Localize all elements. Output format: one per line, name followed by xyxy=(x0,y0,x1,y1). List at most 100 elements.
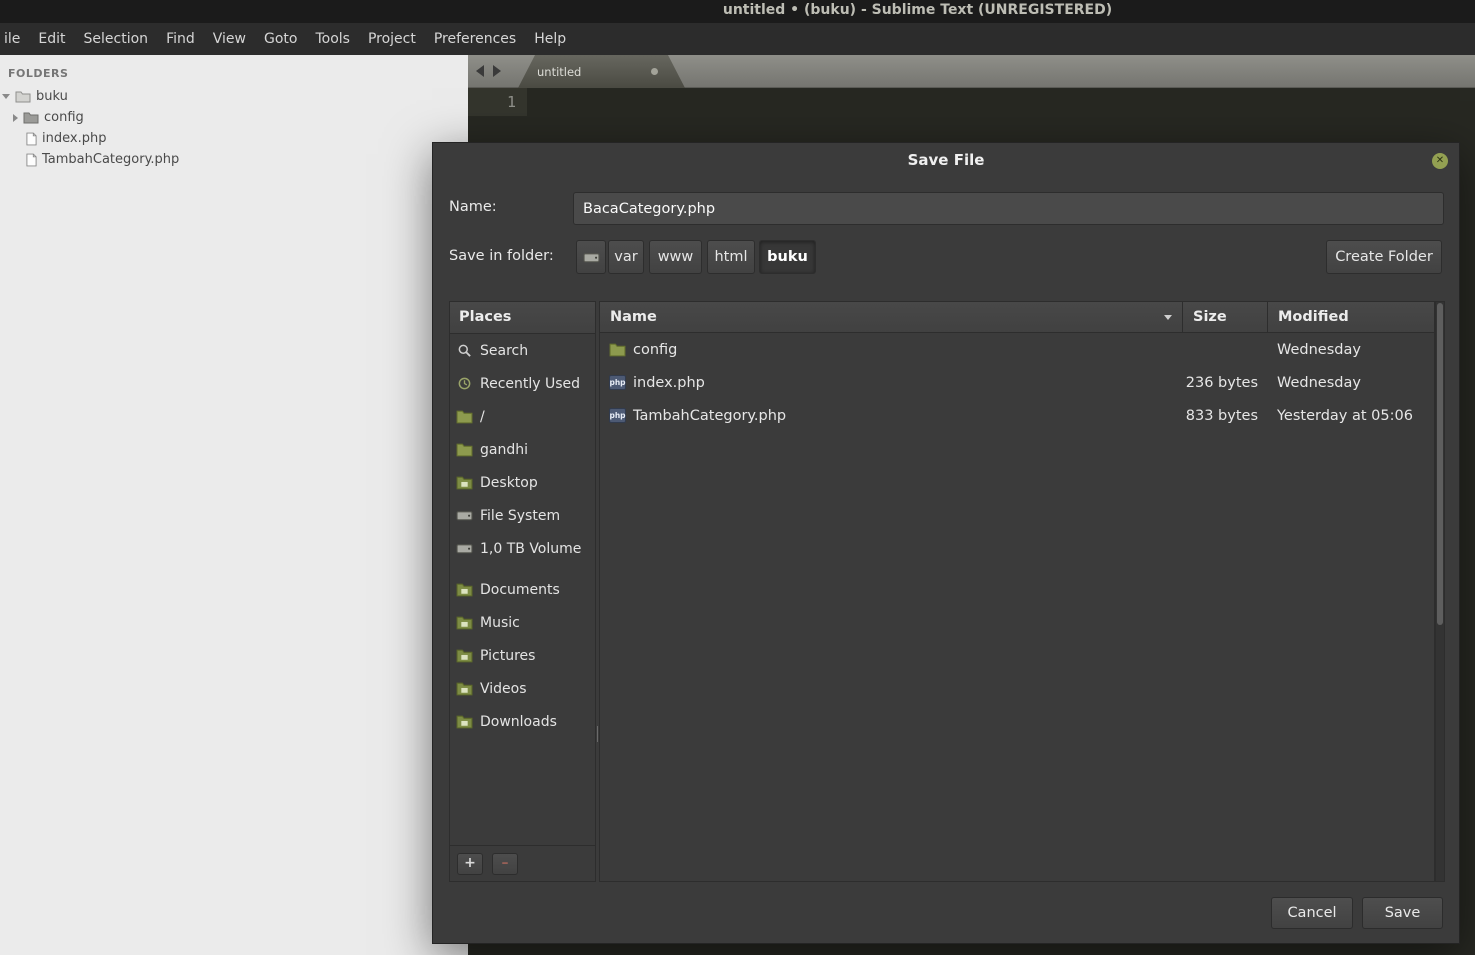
file-name: index.php xyxy=(633,374,705,391)
places-item-downloads[interactable]: Downloads xyxy=(450,705,595,738)
places-item-search[interactable]: Search xyxy=(450,334,595,367)
places-item-label: 1,0 TB Volume xyxy=(480,540,582,557)
places-item-label: Desktop xyxy=(480,474,538,491)
path-button-html[interactable]: html xyxy=(707,240,755,274)
column-header-size[interactable]: Size xyxy=(1183,302,1268,332)
sidebar: FOLDERS buku config index.php TambahCate… xyxy=(0,55,468,955)
sidebar-item-buku[interactable]: buku xyxy=(0,86,468,107)
file-size: 236 bytes xyxy=(1185,374,1258,391)
menu-item-edit[interactable]: Edit xyxy=(29,23,74,55)
file-name-cell: config xyxy=(600,342,1183,358)
vertical-scrollbar[interactable] xyxy=(1435,301,1445,882)
home-folder-icon xyxy=(456,442,473,457)
file-size: 833 bytes xyxy=(1185,407,1258,424)
menu-item-help[interactable]: Help xyxy=(525,23,575,55)
pictures-folder-icon xyxy=(456,648,473,663)
file-list: Name Size Modified config Wednesday php … xyxy=(599,301,1435,882)
line-number: 1 xyxy=(506,93,516,111)
menu-item-goto[interactable]: Goto xyxy=(255,23,306,55)
folder-icon xyxy=(23,111,39,124)
places-item-pictures[interactable]: Pictures xyxy=(450,639,595,672)
file-name-cell: php TambahCategory.php xyxy=(600,408,1183,424)
file-row-tambahcategory-php[interactable]: php TambahCategory.php 833 bytes Yesterd… xyxy=(600,399,1434,432)
disclosure-collapsed-icon[interactable] xyxy=(13,113,18,122)
menu-item-selection[interactable]: Selection xyxy=(75,23,158,55)
menu-item-project[interactable]: Project xyxy=(359,23,425,55)
column-header-modified[interactable]: Modified xyxy=(1268,302,1434,332)
remove-bookmark-button[interactable] xyxy=(492,852,518,875)
disclosure-expanded-icon[interactable] xyxy=(2,94,10,99)
search-icon xyxy=(456,343,473,358)
php-file-icon: php xyxy=(609,408,626,423)
path-button-www[interactable]: www xyxy=(649,240,702,274)
drive-icon xyxy=(456,508,473,523)
save-button[interactable]: Save xyxy=(1362,897,1443,929)
videos-folder-icon xyxy=(456,681,473,696)
path-root-drive-button[interactable] xyxy=(576,240,606,274)
add-bookmark-button[interactable] xyxy=(457,852,483,875)
file-name: config xyxy=(633,341,678,358)
column-header-name[interactable]: Name xyxy=(600,302,1183,332)
drive-icon xyxy=(456,541,473,556)
places-item-home-gandhi[interactable]: gandhi xyxy=(450,433,595,466)
modified-dot-icon xyxy=(651,68,658,75)
sort-chevron-icon[interactable] xyxy=(1164,315,1172,320)
window-title: untitled • (buku) - Sublime Text (UNREGI… xyxy=(722,2,1113,18)
file-name-cell: php index.php xyxy=(600,375,1183,391)
tab-scroll-right-icon[interactable] xyxy=(493,65,501,77)
places-item-videos[interactable]: Videos xyxy=(450,672,595,705)
places-item-file-system[interactable]: File System xyxy=(450,499,595,532)
sidebar-item-index-php[interactable]: index.php xyxy=(0,128,468,149)
sidebar-item-label: config xyxy=(44,110,84,125)
tab-scroll-left-icon[interactable] xyxy=(476,65,484,77)
places-item-root[interactable]: / xyxy=(450,400,595,433)
menu-item-view[interactable]: View xyxy=(204,23,255,55)
places-item-volume[interactable]: 1,0 TB Volume xyxy=(450,532,595,565)
places-item-documents[interactable]: Documents xyxy=(450,573,595,606)
sidebar-item-label: index.php xyxy=(42,131,107,146)
name-label: Name: xyxy=(449,199,497,215)
menu-bar: ile Edit Selection Find View Goto Tools … xyxy=(0,23,1475,55)
places-item-label: Music xyxy=(480,614,520,631)
places-item-label: Downloads xyxy=(480,713,557,730)
menu-item-find[interactable]: Find xyxy=(157,23,204,55)
folder-icon xyxy=(456,409,473,424)
tab-label: untitled xyxy=(537,64,582,79)
create-folder-button[interactable]: Create Folder xyxy=(1326,240,1442,274)
music-folder-icon xyxy=(456,615,473,630)
dialog-title: Save File xyxy=(907,151,985,169)
places-item-recently-used[interactable]: Recently Used xyxy=(450,367,595,400)
places-separator xyxy=(450,565,595,573)
cancel-button[interactable]: Cancel xyxy=(1271,897,1353,929)
close-icon[interactable] xyxy=(1432,153,1448,169)
file-row-index-php[interactable]: php index.php 236 bytes Wednesday xyxy=(600,366,1434,399)
tab-untitled[interactable]: untitled xyxy=(518,55,685,88)
scrollbar-thumb[interactable] xyxy=(1437,303,1443,625)
tab-scroll-arrows xyxy=(476,65,501,77)
places-item-desktop[interactable]: Desktop xyxy=(450,466,595,499)
path-button-var[interactable]: var xyxy=(608,240,644,274)
menu-item-preferences[interactable]: Preferences xyxy=(425,23,525,55)
sidebar-item-tambahcategory-php[interactable]: TambahCategory.php xyxy=(0,149,468,170)
places-toolbar xyxy=(450,845,595,881)
path-button-buku[interactable]: buku xyxy=(759,240,816,274)
places-header: Places xyxy=(450,302,595,334)
places-item-label: gandhi xyxy=(480,441,528,458)
places-item-label: Recently Used xyxy=(480,375,581,392)
sidebar-item-config[interactable]: config xyxy=(0,107,468,128)
folders-header: FOLDERS xyxy=(8,67,69,80)
places-item-label: / xyxy=(480,408,485,425)
places-item-music[interactable]: Music xyxy=(450,606,595,639)
places-item-label: Documents xyxy=(480,581,560,598)
php-file-icon: php xyxy=(609,375,626,390)
places-item-label: Videos xyxy=(480,680,527,697)
file-icon xyxy=(26,153,37,167)
tab-bar: untitled xyxy=(468,55,1475,88)
file-row-config[interactable]: config Wednesday xyxy=(600,333,1434,366)
menu-item-tools[interactable]: Tools xyxy=(306,23,359,55)
filename-input[interactable] xyxy=(573,192,1444,225)
sidebar-item-label: buku xyxy=(36,89,68,104)
menu-item-file[interactable]: ile xyxy=(2,23,29,55)
sidebar-item-label: TambahCategory.php xyxy=(42,152,180,167)
file-modified: Wednesday xyxy=(1277,341,1361,358)
